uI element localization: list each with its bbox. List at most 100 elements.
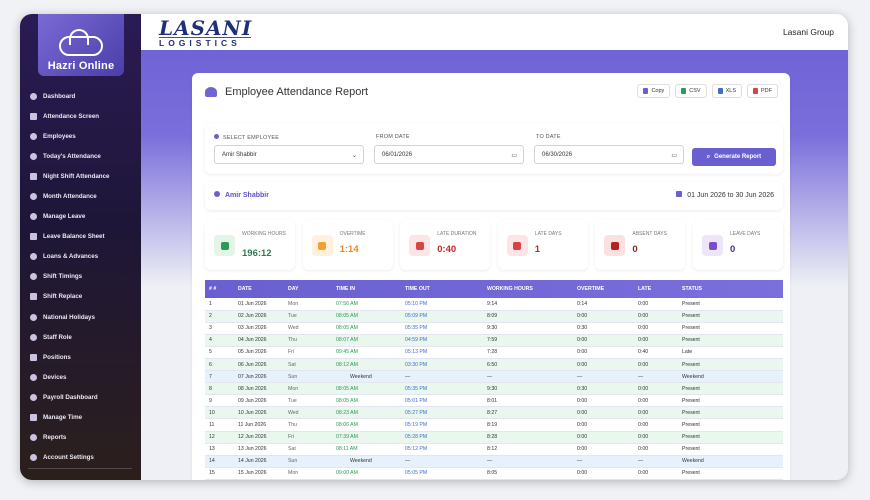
xls-export-button[interactable]: XLS: [711, 84, 742, 98]
sidebar-item-staff-role[interactable]: Staff Role: [20, 327, 141, 347]
table-cell: 8:14: [483, 479, 573, 480]
column-header[interactable]: WORKING HOURS: [483, 280, 573, 298]
table-cell: Tue: [284, 310, 332, 323]
table-cell: 05:35 PM: [401, 382, 483, 396]
column-header[interactable]: TIME IN: [332, 280, 401, 298]
table-row[interactable]: 6 06 Jun 2026 Sat 08:12 AM 03:30 PM 6:50 0:00 0…: [205, 358, 783, 372]
table-row[interactable]: 14 14 Jun 2026 Sun Weekend — — — — Weekend: [205, 455, 783, 468]
csv-export-button[interactable]: CSV: [675, 84, 707, 98]
sidebar-item-manage-leave[interactable]: Manage Leave: [20, 207, 141, 227]
column-header[interactable]: OVERTIME: [573, 280, 634, 298]
employee-select[interactable]: Amir Shabbir ⌄: [214, 145, 364, 164]
sidebar-item-month-attendance[interactable]: Month Attendance: [20, 186, 141, 206]
stat-label: LATE DURATION: [437, 231, 477, 237]
table-cell: Wed: [284, 406, 332, 420]
sidebar-item-account-settings[interactable]: Account Settings: [20, 448, 141, 468]
stat-value: 1:14: [339, 244, 359, 255]
table-row[interactable]: 3 03 Jun 2026 Wed 08:05 AM 05:35 PM 9:30 0:30 0…: [205, 322, 783, 335]
table-cell: Mon: [284, 298, 332, 311]
table-cell: 8:01: [483, 394, 573, 408]
column-header[interactable]: STATUS: [678, 280, 783, 298]
table-row[interactable]: 1 01 Jun 2026 Mon 07:56 AM 05:10 PM 9:14 0:14 0…: [205, 298, 783, 311]
sidebar-item-label: Leave Balance Sheet: [43, 233, 105, 241]
sidebar-item-national-holidays[interactable]: National Holidays: [20, 307, 141, 327]
column-header[interactable]: # #: [205, 280, 234, 298]
column-header[interactable]: DAY: [284, 280, 332, 298]
app-name: Hazri Online: [47, 60, 115, 72]
column-header[interactable]: TIME OUT: [401, 280, 483, 298]
table-cell: 05:05 PM: [401, 467, 483, 480]
stat-label: OVERTIME: [339, 231, 366, 237]
column-header[interactable]: DATE: [234, 280, 284, 298]
sidebar-item-attendance-screen[interactable]: Attendance Screen: [20, 106, 141, 126]
calendar-icon[interactable]: ▭: [671, 152, 677, 159]
from-date-input[interactable]: 06/01/2026 ▭: [374, 145, 524, 164]
clock-icon: [311, 235, 333, 256]
table-row[interactable]: 11 11 Jun 2026 Thu 08:06 AM 05:19 PM 8:19 0:00…: [205, 418, 783, 432]
sidebar-item-shift-timings[interactable]: Shift Timings: [20, 267, 141, 287]
table-cell: Mon: [284, 467, 332, 480]
chevron-down-icon: ⌄: [351, 153, 357, 159]
company-name[interactable]: Lasani Group: [783, 27, 834, 37]
sidebar-item-leave-balance-sheet[interactable]: Leave Balance Sheet: [20, 227, 141, 247]
table-cell: 02 Jun 2026: [234, 310, 284, 323]
table-row[interactable]: 7 07 Jun 2026 Sun Weekend — — — — Weekend: [205, 370, 783, 384]
table-row[interactable]: 1616 Jun 2026Tue08:10 AM05:14 PM8:140:00…: [205, 479, 783, 480]
stat-card-late-days: LATE DAYS 1: [497, 220, 588, 270]
table-cell: Sun: [284, 370, 332, 384]
table-cell: 8:27: [483, 406, 573, 420]
sidebar-item-label: Attendance Screen: [43, 112, 100, 120]
sidebar-item-night-shift-attendance[interactable]: Night Shift Attendance: [20, 166, 141, 186]
calendar-icon[interactable]: ▭: [511, 152, 517, 159]
table-cell: 01 Jun 2026: [234, 298, 284, 311]
table-cell: Tue: [284, 394, 332, 408]
calendar-icon: [676, 191, 683, 197]
table-row[interactable]: 12 12 Jun 2026 Fri 07:39 AM 05:28 PM 8:28 0:00…: [205, 431, 783, 444]
table-cell: 0:30: [573, 382, 634, 396]
table-cell: —: [483, 370, 573, 384]
table-row[interactable]: 5 05 Jun 2026 Fri 09:45 AM 05:13 PM 7:28 0:00 0…: [205, 346, 783, 359]
company-logo[interactable]: LASANI LOGISTICS: [159, 16, 252, 48]
sidebar-item-employees[interactable]: Employees: [20, 126, 141, 146]
table-cell: 0:00: [573, 334, 634, 347]
sidebar-item-positions[interactable]: Positions: [20, 347, 141, 367]
table-row[interactable]: 9 09 Jun 2026 Tue 08:05 AM 05:01 PM 8:01 0:00 0…: [205, 394, 783, 408]
table-cell: 5: [205, 346, 234, 359]
sidebar-item-loans-advances[interactable]: Loans & Advances: [20, 247, 141, 267]
table-row[interactable]: 8 08 Jun 2026 Mon 08:05 AM 05:35 PM 9:30 0:30 0…: [205, 382, 783, 396]
sidebar-item-shift-replace[interactable]: Shift Replace: [20, 287, 141, 307]
sidebar-item-devices[interactable]: Devices: [20, 367, 141, 387]
sidebar-item-reports[interactable]: Reports: [20, 428, 141, 448]
column-header[interactable]: LATE: [634, 280, 678, 298]
search-icon: ⌕: [706, 153, 711, 160]
app-logo[interactable]: Hazri Online: [38, 14, 124, 76]
copy-export-button[interactable]: Copy: [637, 84, 671, 98]
table-cell: 0:00: [573, 467, 634, 480]
table-row[interactable]: 15 15 Jun 2026 Mon 09:00 AM 05:05 PM 8:05 0:00…: [205, 467, 783, 480]
table-row[interactable]: 4 04 Jun 2026 Thu 08:07 AM 04:59 PM 7:59 0:00 0…: [205, 334, 783, 347]
sidebar-item-manage-time[interactable]: Manage Time: [20, 408, 141, 428]
generate-report-button[interactable]: ⌕ Generate Report: [692, 148, 776, 166]
pdf-export-button[interactable]: PDF: [747, 84, 778, 98]
table-row[interactable]: 13 13 Jun 2026 Sat 08:11 AM 05:12 PM 8:12 0:00…: [205, 443, 783, 456]
sidebar-item-dashboard[interactable]: Dashboard: [20, 86, 141, 106]
sidebar-item-label: Shift Replace: [43, 293, 83, 301]
hourglass-icon: [409, 235, 431, 256]
table-cell: 8:28: [483, 431, 573, 444]
table-cell: 07 Jun 2026: [234, 370, 284, 384]
table-cell: 05:27 PM: [401, 406, 483, 420]
sidebar-item-label: Reports: [43, 434, 67, 442]
table-cell: 05:01 PM: [401, 394, 483, 408]
table-cell: 10: [205, 406, 234, 420]
gear-icon: [30, 454, 37, 462]
sidebar-item-payroll-dashboard[interactable]: Payroll Dashboard: [20, 387, 141, 407]
sidebar-item-label: Payroll Dashboard: [43, 393, 98, 401]
table-cell: Present: [678, 298, 783, 311]
top-bar: LASANI LOGISTICS Lasani Group: [141, 14, 848, 50]
table-row[interactable]: 2 02 Jun 2026 Tue 08:05 AM 05:09 PM 8:09 0:00 0…: [205, 310, 783, 323]
to-date-input[interactable]: 06/30/2026 ▭: [534, 145, 684, 164]
table-cell: 05:28 PM: [401, 431, 483, 444]
sidebar-item-today-s-attendance[interactable]: Today's Attendance: [20, 146, 141, 166]
user-icon: [30, 353, 37, 361]
table-row[interactable]: 10 10 Jun 2026 Wed 08:23 AM 05:27 PM 8:27 0:00…: [205, 406, 783, 420]
